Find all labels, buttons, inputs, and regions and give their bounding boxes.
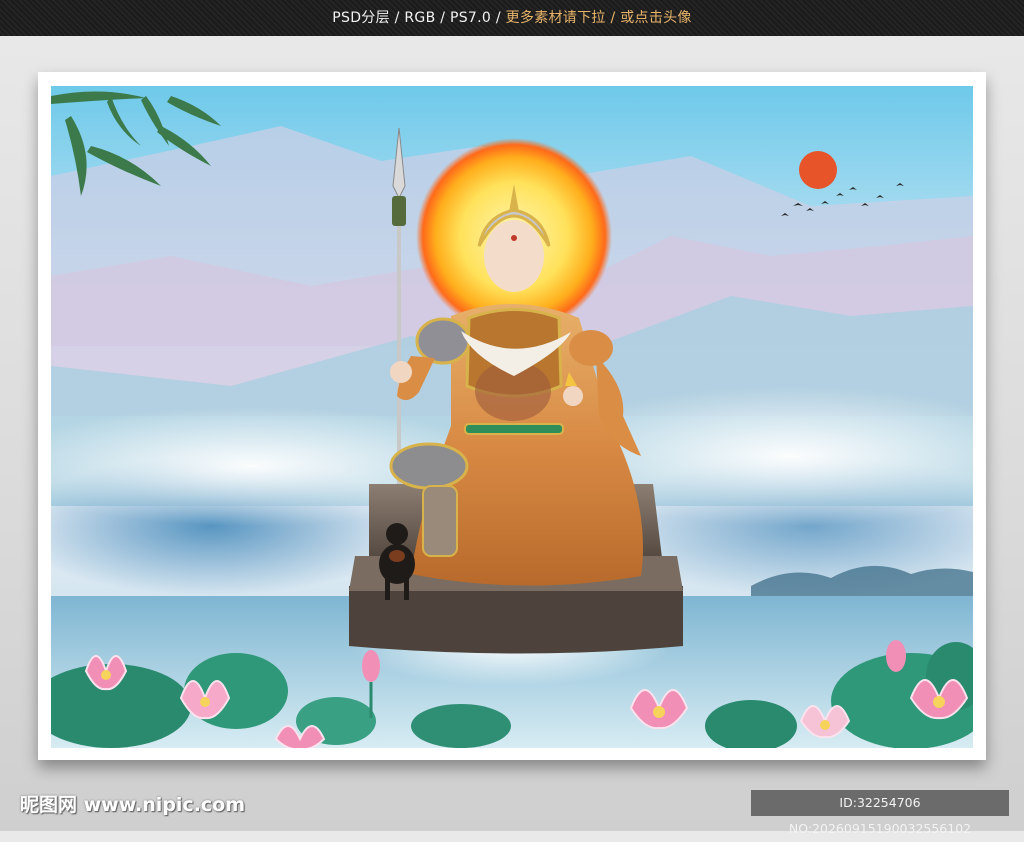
top-info-bar: PSD分层 / RGB / PS7.0 / 更多素材请下拉 / 或点击头像 xyxy=(0,0,1024,36)
spear-ornament xyxy=(392,196,406,226)
shoulder-armor-left xyxy=(415,317,471,365)
knee-armor xyxy=(389,442,469,490)
leg-greave xyxy=(422,485,458,557)
lotus-bud-2 xyxy=(886,640,906,672)
poster-artwork xyxy=(51,86,973,748)
left-hand xyxy=(390,361,412,383)
right-hand xyxy=(563,386,583,406)
rock-base xyxy=(349,586,683,654)
image-id-badge: ID:32254706 NO:20260915190032556102 xyxy=(751,790,1009,836)
poster-frame xyxy=(38,72,986,760)
file-meta-text: PSD分层 / RGB / PS7.0 / xyxy=(332,10,506,26)
site-watermark: 昵图网 www.nipic.com xyxy=(20,794,246,816)
red-sun xyxy=(799,151,837,189)
deity-face xyxy=(484,220,544,292)
artwork-canvas xyxy=(51,86,973,748)
promo-text: 更多素材请下拉 / 或点击头像 xyxy=(505,10,692,26)
forehead-mark xyxy=(511,235,517,241)
shoulder-right xyxy=(569,330,613,366)
jade-belt xyxy=(464,423,564,435)
